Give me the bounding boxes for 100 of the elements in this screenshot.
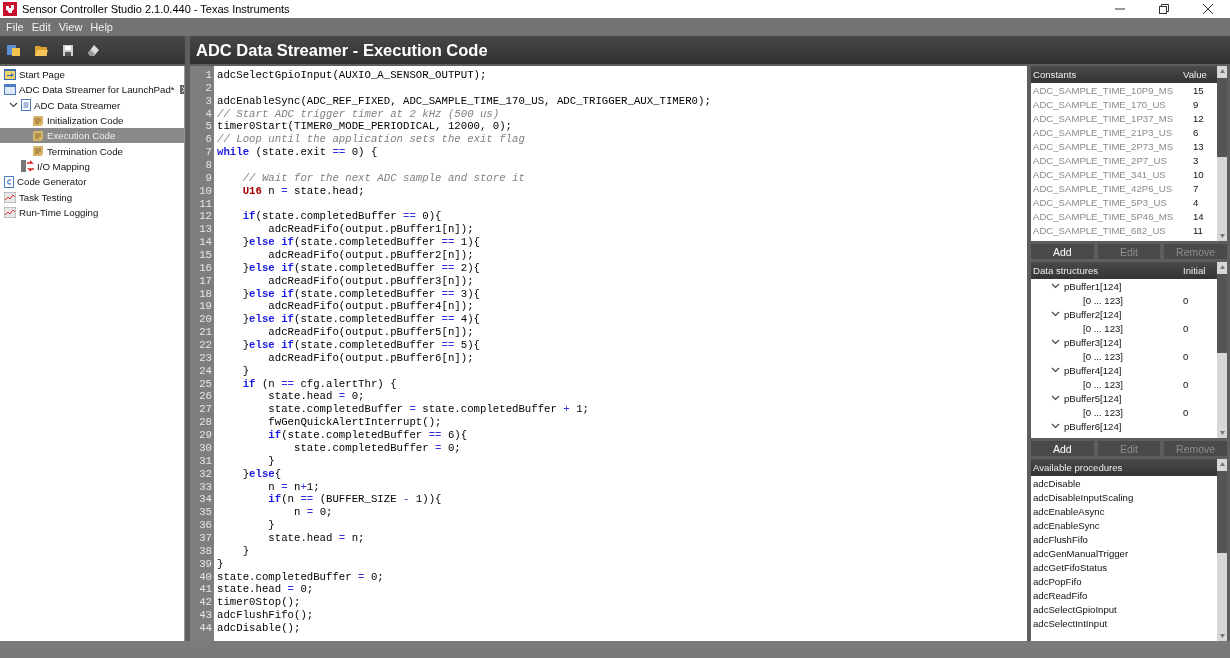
constant-name: ADC_SAMPLE_TIME_5P46_MS bbox=[1033, 210, 1175, 222]
menu-item[interactable]: View bbox=[54, 21, 87, 33]
procedure-item[interactable]: adcGenManualTrigger bbox=[1033, 547, 1217, 559]
constant-name: ADC_SAMPLE_TIME_2P73_MS bbox=[1033, 140, 1175, 152]
line-number: 11 bbox=[198, 197, 213, 211]
procedure-item[interactable]: adcEnableAsync bbox=[1033, 505, 1217, 517]
tree-item[interactable]: I/O Mapping bbox=[0, 158, 184, 175]
constant-value: 7 bbox=[1193, 182, 1200, 194]
chevron-down-icon[interactable] bbox=[1051, 367, 1060, 373]
line-number: 10 bbox=[198, 184, 213, 198]
constant-name: ADC_SAMPLE_TIME_2P7_US bbox=[1033, 154, 1168, 166]
constant-value: 9 bbox=[1193, 98, 1200, 110]
tree-item[interactable]: Task Testing bbox=[0, 189, 184, 205]
tree-item[interactable]: pBuffer4[124] bbox=[1031, 363, 1217, 377]
line-number: 19 bbox=[198, 300, 213, 314]
range-label: [0 ... 123] bbox=[1083, 350, 1124, 362]
chevron-down-icon[interactable] bbox=[1051, 339, 1060, 345]
constant-value: 10 bbox=[1193, 168, 1205, 180]
scroll-down-icon[interactable] bbox=[1219, 234, 1225, 238]
procedure-item[interactable]: adcSelectGpioInput bbox=[1033, 603, 1217, 615]
constant-name: ADC_SAMPLE_TIME_10P9_MS bbox=[1033, 84, 1175, 96]
menu-item[interactable]: Edit bbox=[27, 21, 55, 33]
scroll-up-icon[interactable] bbox=[1219, 462, 1225, 466]
line-number: 41 bbox=[198, 583, 213, 597]
scrollbar[interactable] bbox=[1217, 66, 1227, 241]
procedure-item[interactable]: adcGetFifoStatus bbox=[1033, 561, 1217, 573]
tree-item[interactable]: pBuffer3[124] bbox=[1031, 335, 1217, 349]
procedure-item[interactable]: adcFlushFifo bbox=[1033, 533, 1217, 545]
procedure-item[interactable]: adcReadFifo bbox=[1033, 589, 1217, 601]
tree-item[interactable]: Initialization Code bbox=[0, 112, 184, 129]
code-line: }else if(state.completedBuffer == 1){ bbox=[241, 236, 481, 250]
add-button[interactable]: Add bbox=[1031, 244, 1094, 259]
tree-item[interactable]: pBuffer5[124] bbox=[1031, 391, 1217, 405]
close-icon[interactable] bbox=[1203, 4, 1213, 14]
code-line: if(state.completedBuffer == 0){ bbox=[241, 210, 443, 224]
line-number: 38 bbox=[198, 544, 213, 558]
constant-value: 13 bbox=[1193, 140, 1205, 152]
chevron-down-icon[interactable] bbox=[1051, 283, 1060, 289]
code-line: state.completedBuffer = state.completedBuffer + 1; bbox=[267, 403, 591, 417]
tree-item[interactable]: pBuffer2[124] bbox=[1031, 307, 1217, 321]
open-folder-icon[interactable] bbox=[35, 44, 48, 56]
procedure-item[interactable]: adcDisable bbox=[1033, 477, 1217, 489]
panel-header: Available procedures bbox=[1033, 462, 1124, 473]
chevron-down-icon[interactable] bbox=[1051, 395, 1060, 401]
menu-item[interactable]: File bbox=[2, 21, 28, 33]
menu-item[interactable]: Help bbox=[86, 21, 117, 33]
scroll-up-icon[interactable] bbox=[1219, 69, 1225, 73]
code-line: // Start ADC trigger timer at 2 kHz (500 us) bbox=[217, 107, 501, 121]
add-button[interactable]: Add bbox=[1031, 441, 1094, 456]
line-number: 32 bbox=[198, 467, 213, 481]
scrollbar[interactable] bbox=[1217, 262, 1227, 438]
code-line: // Wait for the next ADC sample and store it bbox=[241, 171, 526, 185]
chevron-down-icon[interactable] bbox=[1051, 311, 1060, 317]
tree-item[interactable]: Code Generator bbox=[0, 174, 184, 190]
procedure-item[interactable]: adcPopFifo bbox=[1033, 575, 1217, 587]
code-line: if(n == (BUFFER_SIZE - 1)){ bbox=[267, 493, 443, 507]
column-header[interactable]: Constants bbox=[1033, 69, 1183, 80]
column-header[interactable]: Value bbox=[1183, 69, 1217, 80]
c-file-icon bbox=[4, 175, 14, 188]
line-number: 21 bbox=[198, 326, 213, 340]
scroll-up-icon[interactable] bbox=[1219, 265, 1225, 269]
line-number: 26 bbox=[198, 390, 213, 404]
tree-item[interactable]: Run-Time Logging bbox=[0, 204, 184, 220]
tree-item[interactable]: Termination Code bbox=[0, 143, 184, 159]
code-line: // Loop until the application sets the exit flag bbox=[217, 133, 526, 147]
chevron-down-icon[interactable] bbox=[1051, 423, 1060, 429]
initial-value: 0 bbox=[1183, 406, 1190, 418]
scroll-down-icon[interactable] bbox=[1219, 634, 1225, 638]
tree-item[interactable]: ADC Data Streamer bbox=[0, 97, 184, 113]
code-line: adcReadFifo(output.pBuffer5[n]); bbox=[267, 326, 475, 340]
line-number: 6 bbox=[204, 133, 213, 147]
eraser-icon[interactable] bbox=[88, 44, 99, 56]
line-number: 16 bbox=[198, 261, 213, 275]
save-icon[interactable] bbox=[63, 44, 73, 56]
column-header[interactable]: Data structures bbox=[1033, 265, 1183, 276]
chevron-down-icon[interactable] bbox=[8, 102, 18, 109]
line-number: 44 bbox=[198, 621, 213, 635]
line-number: 27 bbox=[198, 403, 213, 417]
column-header[interactable]: Initial bbox=[1183, 265, 1217, 276]
tree-item[interactable]: ADC Data Streamer for LaunchPad* bbox=[0, 82, 184, 98]
folder-window-icon[interactable] bbox=[7, 44, 20, 56]
constant-name: ADC_SAMPLE_TIME_170_US bbox=[1033, 98, 1167, 110]
procedure-item[interactable]: adcDisableInputScaling bbox=[1033, 491, 1217, 503]
line-number: 12 bbox=[198, 210, 213, 224]
code-line: timer0Stop(); bbox=[217, 596, 302, 610]
scrollbar[interactable] bbox=[1217, 459, 1227, 641]
line-number: 8 bbox=[204, 159, 213, 172]
procedure-item[interactable]: adcEnableSync bbox=[1033, 519, 1217, 531]
range-label: [0 ... 123] bbox=[1083, 322, 1124, 334]
tree-item[interactable]: pBuffer6[124] bbox=[1031, 419, 1217, 433]
constant-name: ADC_SAMPLE_TIME_42P6_US bbox=[1033, 182, 1174, 194]
scroll-icon bbox=[32, 114, 44, 127]
scroll-icon bbox=[32, 145, 44, 158]
scroll-down-icon[interactable] bbox=[1219, 431, 1225, 435]
tree-item[interactable]: pBuffer1[124] bbox=[1031, 279, 1217, 293]
tree-item[interactable]: Start Page bbox=[0, 67, 184, 83]
maximize-icon[interactable] bbox=[1159, 4, 1169, 14]
line-number: 22 bbox=[198, 339, 213, 352]
code-line: fwGenQuickAlertInterrupt(); bbox=[267, 416, 443, 430]
procedure-item[interactable]: adcSelectIntInput bbox=[1033, 617, 1217, 629]
